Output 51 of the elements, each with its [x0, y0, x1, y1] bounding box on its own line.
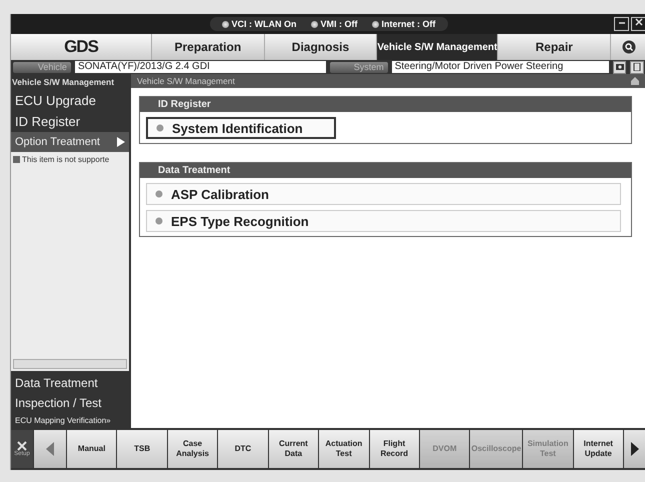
home-icon[interactable] — [630, 76, 640, 86]
toolbar-button[interactable]: Case Analysis — [168, 430, 218, 468]
sidebar-title: Vehicle S/W Management — [11, 74, 129, 90]
status-item: VMI : Off — [310, 19, 358, 29]
minimize-icon[interactable] — [614, 17, 629, 31]
content-title: Vehicle S/W Management — [137, 76, 235, 86]
sidebar-item-label: Option Treatment — [15, 136, 100, 148]
logo: GDS — [63, 36, 100, 58]
scrollbar[interactable] — [13, 359, 127, 369]
list-icon — [13, 156, 20, 163]
toolbar-button[interactable]: DTC — [218, 430, 268, 468]
toolbar-button[interactable]: Manual — [67, 430, 116, 468]
camera-icon[interactable] — [612, 60, 626, 74]
left-arrow-icon — [46, 442, 54, 456]
toolbar-button[interactable]: TSB — [117, 430, 167, 468]
status-item: Internet : Off — [372, 19, 436, 29]
sidebar-item-label: ID Register — [15, 114, 80, 129]
nav-tab[interactable]: Preparation — [151, 34, 264, 60]
menu-item[interactable]: EPS Type Recognition — [146, 210, 621, 232]
group-title: Data Treatment — [140, 163, 631, 178]
search-icon[interactable] — [610, 34, 645, 60]
sidebar-item-label: ECU Upgrade — [15, 93, 96, 108]
right-arrow-button[interactable] — [624, 430, 645, 468]
sidebar-item[interactable]: Data Treatment — [11, 373, 129, 393]
document-icon[interactable] — [630, 60, 644, 74]
menu-item[interactable]: System Identification — [146, 117, 336, 139]
right-arrow-icon — [631, 442, 640, 456]
sidebar-item[interactable]: ECU Upgrade — [11, 90, 129, 111]
bullet-icon — [155, 217, 163, 225]
group-title: ID Register — [140, 97, 631, 112]
toolbar-button[interactable]: Actuation Test — [319, 430, 369, 468]
menu-item[interactable]: ASP Calibration — [146, 183, 621, 205]
bullet-icon — [156, 124, 164, 132]
sidebar-item[interactable]: ECU Mapping Verification» — [11, 413, 129, 428]
nav-tab[interactable]: Vehicle S/W Management — [376, 34, 498, 60]
sidebar-item[interactable]: Inspection / Test — [11, 393, 129, 413]
system-field: Steering/Motor Driven Power Steering — [392, 61, 609, 73]
close-icon[interactable] — [631, 17, 645, 31]
toolbar-button[interactable]: Flight Record — [370, 430, 419, 468]
nav-tab[interactable]: Repair — [497, 34, 610, 60]
toolbar-button[interactable]: Internet Update — [574, 430, 624, 468]
arrow-icon — [117, 137, 125, 147]
toolbar-button[interactable]: Current Data — [268, 430, 318, 468]
info-message: This item is not supporte — [22, 155, 110, 164]
status-item: VCI : WLAN On — [222, 19, 296, 29]
vehicle-field: SONATA(YF)/2013/G 2.4 GDI — [74, 61, 326, 73]
nav-tab[interactable]: Diagnosis — [264, 34, 376, 60]
sidebar-item[interactable]: ID Register — [11, 111, 129, 132]
bullet-icon — [155, 190, 163, 198]
left-arrow-button[interactable] — [34, 430, 66, 468]
sidebar-item[interactable]: Option Treatment — [11, 132, 129, 152]
